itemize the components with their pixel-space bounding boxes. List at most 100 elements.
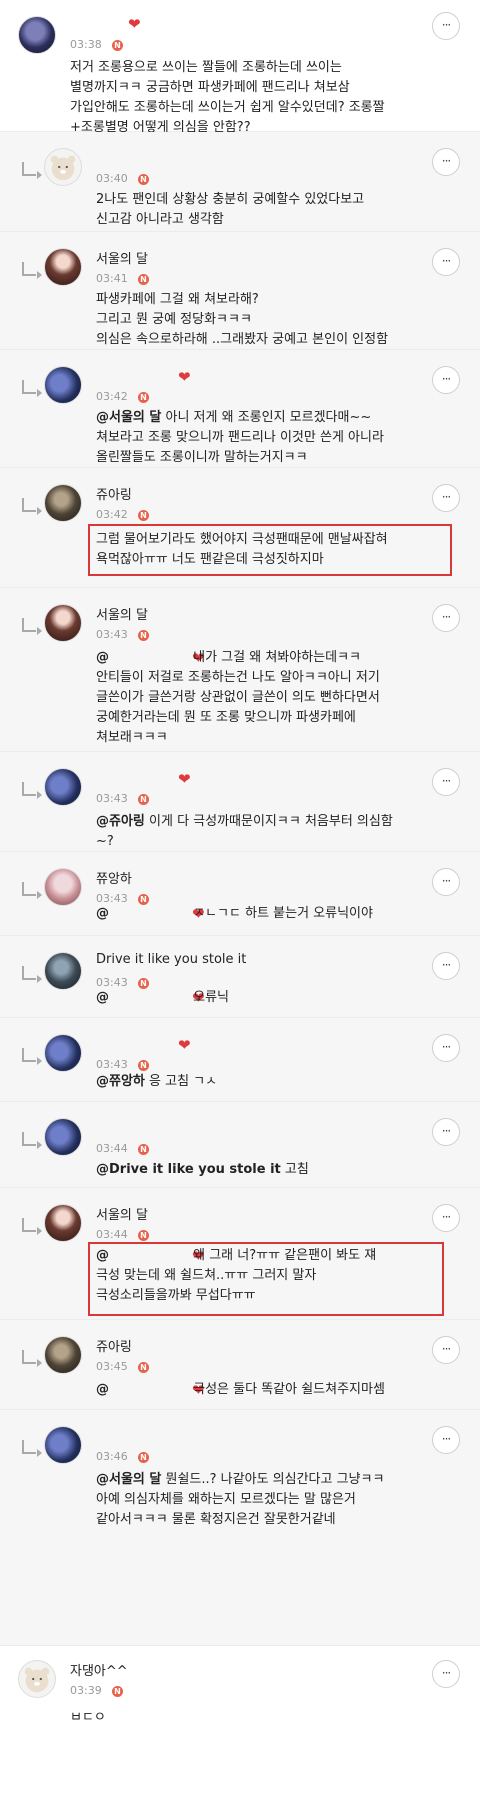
comment-author[interactable]: 자댕아^^	[70, 1660, 128, 1679]
comment-line: 가입안해도 조롱하는데 쓰이는거 쉽게 알수있던데? 조롱짤	[70, 100, 385, 115]
comment-time: 03:43	[96, 792, 128, 805]
more-options-button[interactable]: ···	[432, 1660, 460, 1688]
comment-time: 03:44	[96, 1228, 128, 1241]
avatar[interactable]	[44, 1336, 82, 1374]
reply-arrow-icon	[22, 966, 42, 983]
more-options-button[interactable]: ···	[432, 768, 460, 796]
new-badge-icon: N	[112, 1686, 123, 1697]
comment-line: 쳐보래ㅋㅋㅋ	[96, 730, 168, 745]
new-badge-icon: N	[138, 1060, 149, 1071]
comment-text: 아니 저게 왜 조롱인지 모르겠다매~~	[161, 410, 372, 425]
comment-line: 같아서ㅋㅋㅋ 물론 확정지은건 잘못한거같네	[96, 1512, 336, 1527]
comment-author[interactable]: Drive it like you stole it	[96, 952, 246, 967]
comment-line: @ 극성은 둘다 똑같아 쉴드쳐주지마셈	[96, 1380, 385, 1400]
comment-body: @ ㅈㄴㄱㄷ 하트 붙는거 오류닉이야	[96, 904, 373, 924]
more-options-button[interactable]: ···	[432, 484, 460, 512]
avatar[interactable]	[44, 1034, 82, 1072]
comment-author[interactable]: 서울의 달	[96, 604, 148, 623]
comment-author[interactable]: 쮸앙하	[96, 868, 132, 887]
new-badge-icon: N	[138, 274, 149, 285]
more-options-button[interactable]: ···	[432, 1336, 460, 1364]
avatar[interactable]	[18, 16, 56, 54]
avatar[interactable]	[44, 1118, 82, 1156]
new-badge-icon: N	[138, 1144, 149, 1155]
heart-icon: ❤	[178, 368, 191, 386]
more-options-button[interactable]: ···	[432, 604, 460, 632]
comment-line: 글쓴이가 글쓴거랑 상관없이 글쓴이 의도 뻔하다면서	[96, 690, 380, 705]
avatar[interactable]	[44, 868, 82, 906]
comment-text: 왜 그래 너?ㅠㅠ 같은팬이 봐도 쟤	[189, 1248, 377, 1263]
reply-arrow-icon	[22, 1048, 42, 1065]
more-options-button[interactable]: ···	[432, 148, 460, 176]
more-options-button[interactable]: ···	[432, 1426, 460, 1454]
mention-link[interactable]: @쥬아링	[96, 814, 145, 829]
mention-link[interactable]: @	[96, 990, 109, 1005]
avatar[interactable]	[44, 148, 82, 186]
comment-line: @ 내가 그걸 왜 쳐봐야하는데ㅋㅋ	[96, 648, 380, 668]
reply-item: 서울의 달 03:43 N ··· ❤ @ 내가 그걸 왜 쳐봐야하는데ㅋㅋ 안…	[0, 588, 480, 752]
comment-author[interactable]: 쥬아링	[96, 484, 132, 503]
comment-line: @ ㅈㄴㄱㄷ 하트 붙는거 오류닉이야	[96, 904, 373, 924]
reply-arrow-icon	[22, 1132, 42, 1149]
mention-link[interactable]: @서울의 달	[96, 1472, 161, 1487]
avatar[interactable]	[44, 484, 82, 522]
comment-line: 의심은 속으로하라해 ..그래봤자 궁예고 본인이 인정함	[96, 332, 389, 347]
avatar[interactable]	[44, 1426, 82, 1464]
comment-line: 그럼 물어보기라도 했어야지 극성팬때문에 맨날싸잡혀	[96, 532, 388, 547]
comment-time: 03:46	[96, 1450, 128, 1463]
comment-line: @서울의 달 아니 저게 왜 조롱인지 모르겠다매~~	[96, 408, 384, 428]
mention-link[interactable]: @	[96, 650, 109, 665]
avatar[interactable]	[18, 1660, 56, 1698]
comment-line: @쮸앙하 응 고침 ㄱㅅ	[96, 1072, 217, 1092]
mention-link[interactable]: @서울의 달	[96, 410, 161, 425]
comment-author[interactable]: 서울의 달	[96, 248, 148, 267]
mention-link[interactable]: @쮸앙하	[96, 1074, 145, 1089]
comment-time: 03:41	[96, 272, 128, 285]
more-options-button[interactable]: ···	[432, 952, 460, 980]
comment-line: 쳐보라고 조롱 맞으니까 팬드리나 이것만 쓴게 아니라	[96, 430, 384, 445]
comment-author[interactable]: 서울의 달	[96, 1204, 148, 1223]
comment-body: @Drive it like you stole it 고침	[96, 1160, 309, 1180]
new-badge-icon: N	[138, 794, 149, 805]
more-options-button[interactable]: ···	[432, 1204, 460, 1232]
new-badge-icon: N	[138, 510, 149, 521]
avatar[interactable]	[44, 768, 82, 806]
comment-text: 뭔쉴드..? 나같아도 의심간다고 그냥ㅋㅋ	[161, 1472, 385, 1487]
mention-link[interactable]: @Drive it like you stole it	[96, 1162, 281, 1177]
new-badge-icon: N	[138, 1362, 149, 1373]
comment-body: 2나도 팬인데 상황상 충분히 궁예할수 있었다보고 신고감 아니라고 생각함	[96, 190, 364, 230]
comment-text: 극성은 둘다 똑같아 쉴드쳐주지마셈	[189, 1382, 385, 1397]
more-options-button[interactable]: ···	[432, 1034, 460, 1062]
reply-arrow-icon	[22, 1350, 42, 1367]
avatar[interactable]	[44, 1204, 82, 1242]
ryan-face-icon	[50, 155, 76, 181]
avatar[interactable]	[44, 366, 82, 404]
heart-icon: ❤	[178, 770, 191, 788]
redacted-nickname	[109, 1247, 189, 1261]
comment-line: ㅂㄷㅇ	[70, 1710, 106, 1725]
comment-line: @Drive it like you stole it 고침	[96, 1160, 309, 1180]
reply-item: ❤ 03:43 N ··· @쥬아링 이게 다 극성까때문이지ㅋㅋ 처음부터 의…	[0, 752, 480, 852]
avatar[interactable]	[44, 604, 82, 642]
new-badge-icon: N	[112, 40, 123, 51]
comment-line: 그리고 뭔 궁예 정당화ㅋㅋㅋ	[96, 312, 252, 327]
reply-item: ❤ 03:42 N ··· @서울의 달 아니 저게 왜 조롱인지 모르겠다매~…	[0, 350, 480, 468]
avatar[interactable]	[44, 952, 82, 990]
comment-line: @쥬아링 이게 다 극성까때문이지ㅋㅋ 처음부터 의심함	[96, 812, 393, 832]
more-options-button[interactable]: ···	[432, 1118, 460, 1146]
comment-item: 자댕아^^ 03:39 N ··· ㅂㄷㅇ	[0, 1646, 480, 1805]
comment-text: 고침	[280, 1162, 309, 1177]
redacted-nickname	[109, 649, 189, 663]
more-options-button[interactable]: ···	[432, 366, 460, 394]
more-options-button[interactable]: ···	[432, 248, 460, 276]
avatar[interactable]	[44, 248, 82, 286]
more-options-button[interactable]: ···	[432, 12, 460, 40]
mention-link[interactable]: @	[96, 906, 109, 921]
reply-item: 03:46 N ··· @서울의 달 뭔쉴드..? 나같아도 의심간다고 그냥ㅋ…	[0, 1410, 480, 1646]
comment-line: 올린짤들도 조롱이니까 말하는거지ㅋㅋ	[96, 450, 308, 465]
mention-link[interactable]: @	[96, 1248, 109, 1263]
more-options-button[interactable]: ···	[432, 868, 460, 896]
comment-body: @서울의 달 뭔쉴드..? 나같아도 의심간다고 그냥ㅋㅋ 아예 의심자체를 왜…	[96, 1470, 384, 1530]
mention-link[interactable]: @	[96, 1382, 109, 1397]
comment-author[interactable]: 쥬아링	[96, 1336, 132, 1355]
